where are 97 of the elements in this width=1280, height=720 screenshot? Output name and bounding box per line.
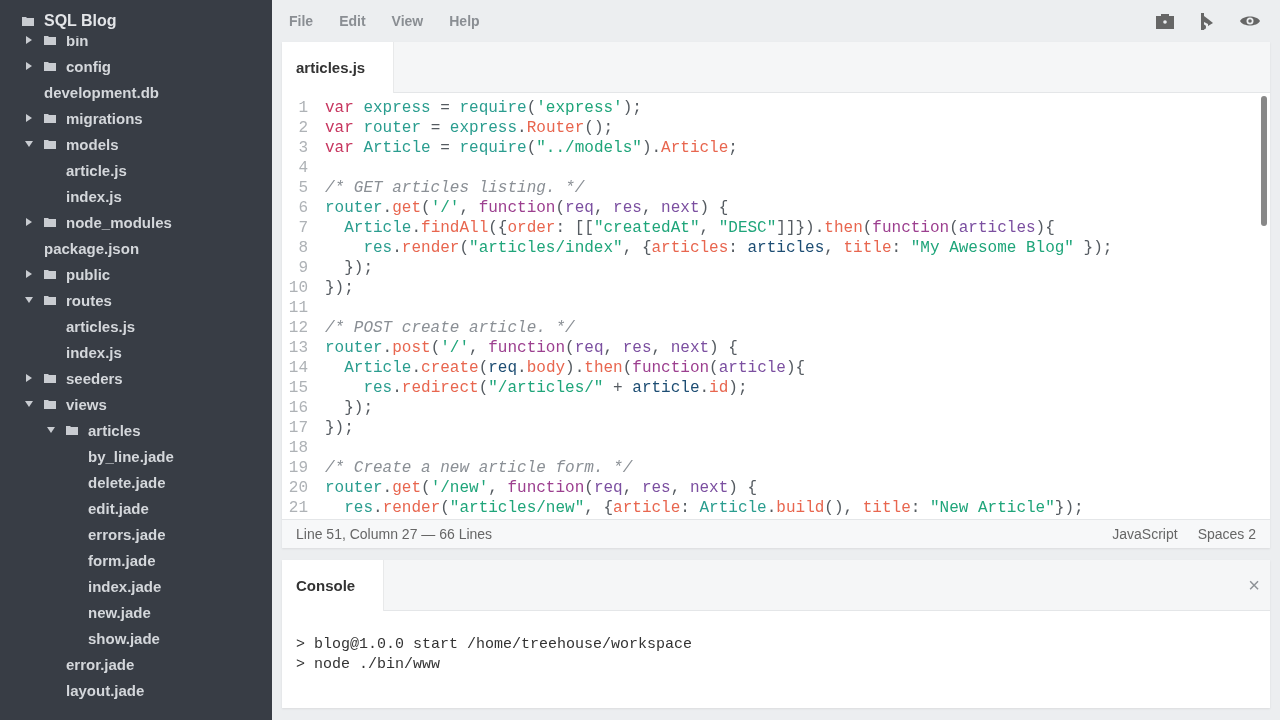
file-name[interactable]: article.js (66, 161, 127, 179)
code-line: }); (325, 418, 354, 438)
file-name[interactable]: show.jade (88, 629, 160, 647)
code-line: }); (325, 278, 354, 298)
caret-icon[interactable] (25, 141, 33, 147)
code-line: Article.findAll({order: [["createdAt", "DESC"]]}).then(function(articles){ (343, 218, 1055, 238)
line-number: 4 (297, 158, 308, 178)
code-line: res.render("articles/index", {articles: articles, title: "My Awesome Blog" }); (362, 238, 1113, 258)
code-line: /* POST create article. */ (325, 318, 575, 338)
code-line: }); (343, 398, 373, 418)
console-line: > node ./bin/www (296, 655, 442, 675)
file-name[interactable]: layout.jade (66, 681, 145, 699)
line-number: 12 (287, 318, 308, 338)
folder-name[interactable]: views (66, 395, 107, 413)
line-number: 17 (287, 418, 308, 438)
file-name[interactable]: edit.jade (88, 499, 149, 517)
folder-name[interactable]: articles (88, 421, 141, 439)
eye-icon[interactable] (1240, 14, 1260, 28)
caret-icon[interactable] (25, 401, 33, 407)
line-number: 20 (287, 478, 308, 498)
scrollbar[interactable] (1261, 96, 1267, 226)
file-name[interactable]: new.jade (88, 603, 151, 621)
file-name[interactable]: form.jade (88, 551, 156, 569)
caret-icon[interactable] (26, 218, 32, 226)
line-number: 18 (287, 438, 308, 458)
file-name[interactable]: by_line.jade (88, 447, 174, 465)
code-line: res.render("articles/new", {article: Article.build(), title: "New Article"}); (343, 498, 1084, 518)
folder-icon (44, 217, 56, 227)
folder-icon (22, 16, 34, 26)
line-number: 3 (297, 138, 308, 158)
caret-icon[interactable] (26, 62, 32, 70)
caret-icon[interactable] (25, 297, 33, 303)
folder-name[interactable]: models (66, 135, 119, 153)
code-line: router.get('/new', function(req, res, next) { (325, 478, 758, 498)
line-number: 10 (287, 278, 308, 298)
code-line: var express = require('express'); (325, 98, 642, 118)
folder-name[interactable]: node_modules (66, 213, 172, 231)
line-number: 9 (297, 258, 308, 278)
line-number: 21 (287, 498, 308, 518)
folder-icon (44, 113, 56, 123)
line-number: 5 (297, 178, 308, 198)
folder-name[interactable]: seeders (66, 369, 123, 387)
caret-icon[interactable] (26, 374, 32, 382)
code-line: router.get('/', function(req, res, next) { (325, 198, 729, 218)
folder-icon (44, 61, 56, 71)
caret-icon[interactable] (26, 270, 32, 278)
file-name[interactable]: index.js (66, 187, 122, 205)
file-name[interactable]: index.js (66, 343, 122, 361)
file-name[interactable]: delete.jade (88, 473, 166, 491)
line-number: 14 (287, 358, 308, 378)
folder-icon (44, 269, 56, 279)
file-name[interactable]: errors.jade (88, 525, 166, 543)
file-name[interactable]: error.jade (66, 655, 135, 673)
line-number: 15 (287, 378, 308, 398)
code-line: var Article = require("../models").Article; (325, 138, 738, 158)
folder-icon (44, 139, 56, 149)
code-line: res.redirect("/articles/" + article.id); (362, 378, 748, 398)
camera-icon[interactable] (1156, 13, 1174, 29)
code-line: /* Create a new article form. */ (325, 458, 633, 478)
code-line: Article.create(req.body).then(function(article){ (343, 358, 806, 378)
folder-icon (44, 399, 56, 409)
caret-icon[interactable] (26, 36, 32, 44)
folder-icon (66, 425, 78, 435)
line-number: 19 (287, 458, 308, 478)
cursor-position: Line 51, Column 27 — 66 Lines (296, 526, 493, 542)
console-line: > blog@1.0.0 start /home/treehouse/workspace (296, 635, 694, 655)
code-line: router.post('/', function(req, res, next) { (325, 338, 738, 358)
code-line: /* GET articles listing. */ (325, 178, 585, 198)
folder-icon (44, 373, 56, 383)
line-number: 13 (287, 338, 308, 358)
caret-icon[interactable] (47, 427, 55, 433)
file-name[interactable]: articles.js (66, 317, 136, 335)
line-number: 8 (297, 238, 308, 258)
folder-name[interactable]: config (66, 57, 111, 75)
line-number: 2 (297, 118, 308, 138)
console-tab[interactable]: Console (282, 560, 385, 611)
code-line: }); (343, 258, 373, 278)
folder-icon (44, 295, 56, 305)
folder-name[interactable]: public (66, 265, 111, 283)
line-number: 16 (287, 398, 308, 418)
line-number: 11 (287, 298, 308, 318)
file-name[interactable]: package.json (44, 239, 140, 257)
folder-name[interactable]: migrations (66, 109, 143, 127)
code-line: var router = express.Router(); (325, 118, 614, 138)
line-number: 1 (297, 98, 308, 118)
line-number: 6 (297, 198, 308, 218)
file-name[interactable]: development.db (44, 83, 159, 101)
file-name[interactable]: index.jade (88, 577, 162, 595)
language-mode[interactable]: JavaScript (1112, 526, 1178, 542)
folder-name[interactable]: bin (66, 31, 89, 49)
flag-icon[interactable] (1200, 12, 1214, 30)
indentation-setting[interactable]: Spaces 2 (1197, 526, 1256, 542)
caret-icon[interactable] (26, 114, 32, 122)
line-number: 7 (297, 218, 308, 238)
project-title[interactable]: SQL Blog (44, 12, 117, 30)
file-tab[interactable]: articles.js (282, 42, 395, 93)
folder-name[interactable]: routes (66, 291, 112, 309)
